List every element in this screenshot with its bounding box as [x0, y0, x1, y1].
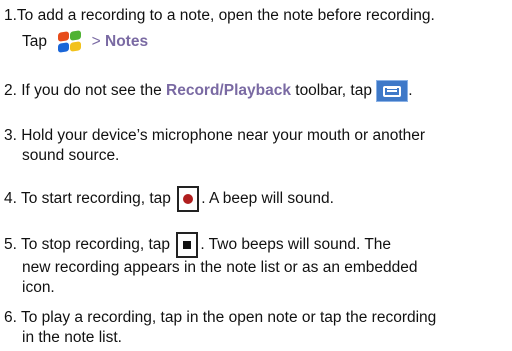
- tap-word: Tap: [22, 33, 47, 51]
- record-playback-toolbar-icon[interactable]: [376, 80, 409, 102]
- step-2: 2. If you do not see the Record/Playback…: [4, 80, 510, 102]
- step-6-line2: in the note list.: [22, 329, 122, 346]
- step-6-line1: 6. To play a recording, tap in the open …: [4, 309, 437, 326]
- stop-icon[interactable]: [176, 232, 199, 258]
- step-4-text-post: . A beep will sound.: [201, 190, 334, 208]
- step-6: 6. To play a recording, tap in the open …: [4, 308, 510, 348]
- step-5-line2: new recording appears in the note list o…: [22, 259, 418, 276]
- step-1-tap-line: Tap > Notes: [4, 30, 510, 54]
- step-2-text-post: toolbar, tap: [290, 82, 372, 100]
- step-5: 5. To stop recording, tap . Two beeps wi…: [4, 232, 510, 298]
- record-icon[interactable]: [177, 186, 200, 212]
- step-3-line1: 3. Hold your device’s microphone near yo…: [4, 127, 426, 144]
- windows-start-icon[interactable]: [55, 30, 84, 54]
- step-5-text-pre: 5. To stop recording, tap: [4, 236, 171, 254]
- notes-label: Notes: [105, 33, 149, 51]
- step-5-line3: icon.: [22, 279, 55, 296]
- step-4: 4. To start recording, tap . A beep will…: [4, 186, 510, 212]
- separator: >: [91, 33, 101, 51]
- step-1: 1.To add a recording to a note, open the…: [4, 6, 510, 54]
- step-2-text-pre: 2. If you do not see the: [4, 82, 167, 100]
- step-1-text: 1.To add a recording to a note, open the…: [4, 7, 435, 24]
- step-5-text-post: . Two beeps will sound. The: [200, 236, 392, 254]
- step-3-line2: sound source.: [22, 147, 120, 164]
- step-3: 3. Hold your device’s microphone near yo…: [4, 126, 510, 166]
- step-2-end: .: [408, 82, 413, 100]
- step-4-text-pre: 4. To start recording, tap: [4, 190, 171, 208]
- record-playback-label: Record/Playback: [166, 82, 291, 100]
